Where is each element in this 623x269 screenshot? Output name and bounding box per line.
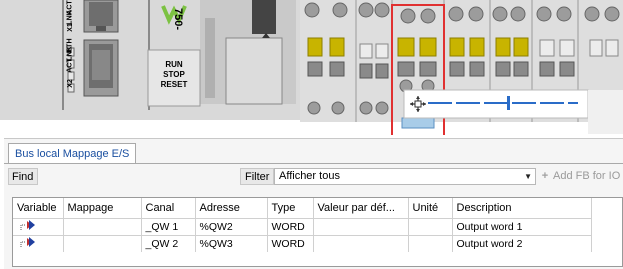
filter-dropdown[interactable]: Afficher tous ▼: [274, 168, 536, 185]
switch-label-run: RUN: [165, 60, 183, 69]
tab-divider: [4, 163, 623, 164]
cell-description[interactable]: Output word 2: [452, 234, 592, 252]
cell-type: WORD: [267, 234, 314, 252]
filter-label: Filter: [240, 168, 274, 185]
column-header-mappage[interactable]: Mappage: [63, 198, 142, 218]
cell-canal: _QW 1: [141, 217, 196, 235]
column-header-adresse[interactable]: Adresse: [195, 198, 268, 218]
cell-unite[interactable]: [408, 217, 453, 235]
move-icon[interactable]: [409, 95, 427, 113]
switch-label-reset: RESET: [160, 80, 188, 89]
chevron-down-icon: ▼: [524, 172, 532, 181]
cell-canal: _QW 2: [141, 234, 196, 252]
find-input[interactable]: [38, 168, 234, 185]
hardware-view[interactable]: X2 X1 ACT LNK ETH ACT LNK 750- RUN STOP …: [0, 0, 623, 135]
cell-mappage[interactable]: [63, 234, 142, 252]
column-header-canal[interactable]: Canal: [141, 198, 196, 218]
output-variable-icon: [19, 219, 37, 231]
controller-model: 750-: [172, 8, 184, 31]
add-fb-label: Add FB for IO: [553, 170, 621, 182]
port-label-x2: X2: [66, 79, 74, 88]
column-header-default-value[interactable]: Valeur par déf...: [313, 198, 409, 218]
led-label-lnk-1: LNK: [66, 10, 74, 25]
find-label: Find: [8, 168, 38, 185]
tab-io-mapping[interactable]: Bus local Mappage E/S: [8, 143, 137, 163]
cell-default-value[interactable]: [313, 234, 409, 252]
table-row[interactable]: _QW 2 %QW3 WORD Output word 2: [13, 234, 592, 252]
mapping-toolbar: Find Filter Afficher tous ▼ + Add FB for …: [4, 166, 623, 187]
cell-adresse: %QW2: [195, 217, 268, 235]
cell-unite[interactable]: [408, 234, 453, 252]
port-labels: X2 X1 ACT LNK ETH ACT LNK: [66, 0, 82, 95]
cell-variable[interactable]: [13, 234, 64, 252]
column-header-variable[interactable]: Variable: [13, 198, 64, 218]
column-header-unite[interactable]: Unité: [408, 198, 453, 218]
cell-variable[interactable]: [13, 217, 64, 235]
led-label-lnk-2: LNK: [66, 46, 74, 61]
ethernet-port-x1: [83, 39, 119, 97]
cell-description[interactable]: Output word 1: [452, 217, 592, 235]
cell-default-value[interactable]: [313, 217, 409, 235]
column-header-type[interactable]: Type: [267, 198, 314, 218]
cell-adresse: %QW3: [195, 234, 268, 252]
cell-mappage[interactable]: [63, 217, 142, 235]
filter-value: Afficher tous: [279, 170, 340, 182]
io-mapping-panel: Bus local Mappage E/S Find Filter Affich…: [4, 138, 623, 269]
output-variable-icon: [19, 236, 37, 248]
io-mapping-table[interactable]: Variable Mappage Canal Adresse Type Vale…: [12, 197, 623, 267]
table-row[interactable]: _QW 1 %QW2 WORD Output word 1: [13, 217, 592, 235]
selection-toolbar[interactable]: [403, 89, 623, 134]
add-fb-button[interactable]: + Add FB for IO: [536, 168, 623, 185]
mode-switch-labels: RUN STOP RESET: [154, 60, 194, 90]
cell-type: WORD: [267, 217, 314, 235]
column-header-description[interactable]: Description: [452, 198, 592, 218]
switch-label-stop: STOP: [163, 70, 185, 79]
ethernet-port-x2: [83, 0, 119, 33]
table-header: Variable Mappage Canal Adresse Type Vale…: [13, 198, 592, 218]
plus-icon: +: [541, 170, 549, 182]
